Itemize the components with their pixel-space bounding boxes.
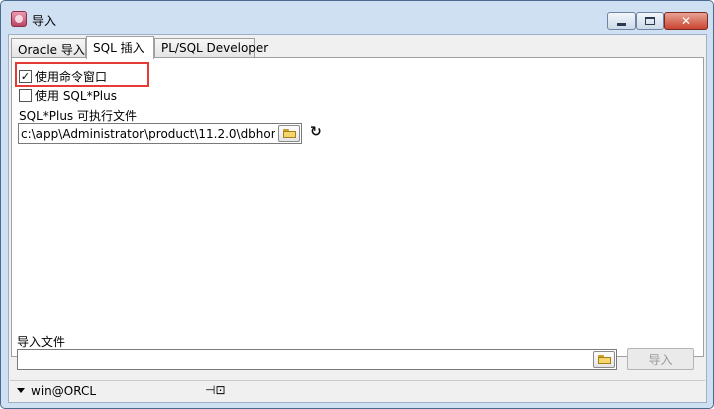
sqlplus-executable-label: SQL*Plus 可执行文件 xyxy=(19,109,137,123)
use-command-window-option[interactable]: ✓ 使用命令窗口 xyxy=(19,68,107,85)
client-area: Oracle 导入 SQL 插入 PL/SQL Developer ✓ 使用命令… xyxy=(8,34,707,403)
use-command-window-checkbox[interactable]: ✓ xyxy=(19,70,32,83)
title-bar[interactable]: 导入 ✕ xyxy=(1,1,713,35)
pin-icon[interactable]: ⊣⊡ xyxy=(205,384,226,396)
tab-label: SQL 插入 xyxy=(93,41,145,55)
import-window: 导入 ✕ Oracle 导入 SQL 插入 PL/SQL Developer ✓… xyxy=(0,0,714,409)
connection-label[interactable]: win@ORCL xyxy=(31,384,96,398)
import-file-input[interactable] xyxy=(18,350,588,369)
tab-label: PL/SQL Developer xyxy=(161,41,269,55)
folder-icon xyxy=(282,129,296,138)
maximize-icon xyxy=(645,17,655,25)
status-bar: win@ORCL ⊣⊡ xyxy=(10,380,705,401)
import-file-label: 导入文件 xyxy=(17,335,66,349)
import-button[interactable]: 导入 xyxy=(627,348,694,370)
connection-dropdown-icon[interactable] xyxy=(17,388,25,393)
sqlplus-executable-field xyxy=(18,123,302,144)
browse-import-file-button[interactable] xyxy=(593,351,615,368)
check-icon: ✓ xyxy=(20,70,31,83)
tab-plsql-developer[interactable]: PL/SQL Developer xyxy=(154,38,268,58)
maximize-button[interactable] xyxy=(636,12,664,30)
tab-oracle-import[interactable]: Oracle 导入 xyxy=(11,38,86,58)
use-sqlplus-checkbox[interactable] xyxy=(19,89,32,102)
tab-sql-insert[interactable]: SQL 插入 xyxy=(86,36,154,59)
sql-insert-panel: ✓ 使用命令窗口 使用 SQL*Plus SQL*Plus 可执行文件 ↻ xyxy=(11,57,704,357)
minimize-icon xyxy=(617,22,626,26)
use-sqlplus-option[interactable]: 使用 SQL*Plus xyxy=(19,87,117,104)
folder-icon xyxy=(597,355,611,364)
window-title: 导入 xyxy=(32,14,57,28)
import-file-field xyxy=(17,349,617,370)
app-icon xyxy=(11,11,27,27)
close-icon: ✕ xyxy=(680,14,692,28)
use-command-window-label: 使用命令窗口 xyxy=(35,70,108,84)
close-button[interactable]: ✕ xyxy=(664,12,708,30)
use-sqlplus-label: 使用 SQL*Plus xyxy=(35,89,117,103)
minimize-button[interactable] xyxy=(607,12,636,30)
refresh-icon[interactable]: ↻ xyxy=(310,125,322,139)
browse-executable-button[interactable] xyxy=(278,125,300,142)
sqlplus-executable-input[interactable] xyxy=(19,124,277,143)
tab-label: Oracle 导入 xyxy=(18,43,85,57)
